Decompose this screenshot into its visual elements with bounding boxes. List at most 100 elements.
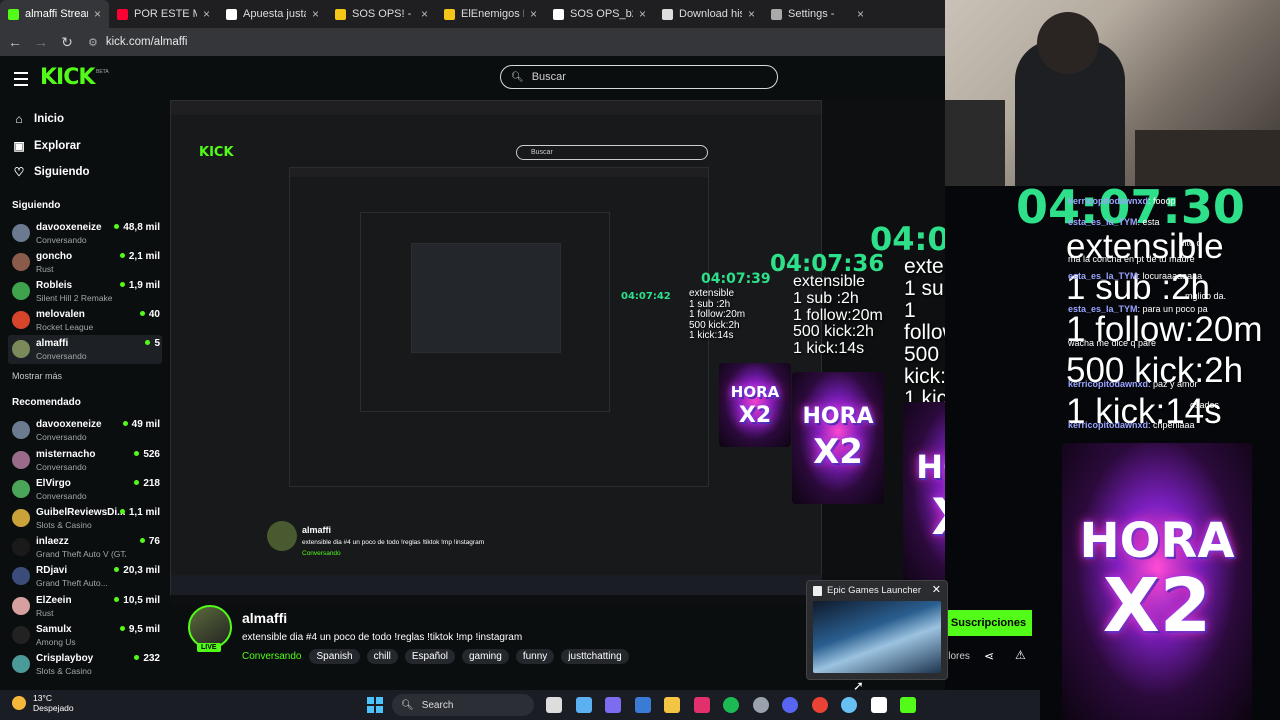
- close-tab-icon[interactable]: ×: [203, 7, 210, 21]
- browser-tab[interactable]: Apuesta justa o desb ×: [218, 0, 327, 28]
- spotify-icon[interactable]: [723, 697, 739, 713]
- browser-tab[interactable]: SOS OPS! - b2223309 ×: [327, 0, 436, 28]
- epic-games-preview[interactable]: Epic Games Launcher ✕: [806, 580, 948, 680]
- close-tab-icon[interactable]: ×: [530, 7, 537, 21]
- close-tab-icon[interactable]: ×: [421, 7, 428, 21]
- copilot-icon[interactable]: [575, 697, 592, 713]
- sidebar-channel[interactable]: melovalen Rocket League 40: [8, 306, 162, 335]
- browser-tab[interactable]: Settings - ×: [763, 0, 872, 28]
- avatar: [12, 421, 30, 440]
- windows-start-icon[interactable]: [367, 697, 383, 713]
- browser-tab[interactable]: Download history ×: [654, 0, 763, 28]
- instagram-icon[interactable]: [693, 697, 710, 713]
- promo-text-bottom: X2: [738, 403, 772, 428]
- sidebar-channel[interactable]: Crisplayboy Slots & Casino 232: [8, 650, 162, 679]
- sidebar-channel[interactable]: misternacho Conversando 526: [8, 446, 162, 475]
- nav-explorar[interactable]: ▣ Explorar: [0, 133, 170, 160]
- taskbar-search[interactable]: 🔍︎ Search: [392, 694, 534, 716]
- nested-tab-strip: [171, 101, 821, 115]
- forward-arrow-icon[interactable]: →: [30, 34, 52, 50]
- nested-timer: 04:07:39: [701, 271, 771, 287]
- steam-icon[interactable]: [752, 697, 769, 713]
- chrome-icon[interactable]: [811, 697, 828, 713]
- subscribe-button[interactable]: Suscripciones: [945, 610, 1032, 636]
- browser-tab[interactable]: ElEnemigos Paste ×: [436, 0, 545, 28]
- folder-icon[interactable]: [664, 697, 680, 713]
- browser-tab[interactable]: SOS OPS_b22233098 ×: [545, 0, 654, 28]
- site-info-icon[interactable]: ⚙: [88, 36, 98, 49]
- reload-icon[interactable]: ↻: [56, 34, 78, 51]
- close-tab-icon[interactable]: ×: [312, 7, 319, 21]
- discord-icon[interactable]: [782, 697, 798, 713]
- share-icon[interactable]: ⋖: [984, 649, 994, 663]
- nav-inicio[interactable]: ⌂ Inicio: [0, 106, 170, 133]
- sidebar-channel[interactable]: Samulx Among Us 9,5 mil: [8, 621, 162, 650]
- overlay-line: extensible: [689, 288, 735, 299]
- sidebar-channel[interactable]: almaffi Conversando 5: [8, 335, 162, 365]
- sidebar-channel[interactable]: Robleis Silent Hill 2 Remake 1,9 mil: [8, 277, 162, 306]
- beta-badge: BETA: [96, 69, 109, 75]
- collabs-text: llores: [946, 651, 970, 662]
- weather-widget[interactable]: 13°C Despejado: [12, 693, 74, 713]
- tag-chip[interactable]: Español: [404, 649, 455, 664]
- close-icon[interactable]: ✕: [932, 583, 941, 596]
- tag-chip[interactable]: chill: [366, 649, 398, 664]
- tag-chip[interactable]: funny: [515, 649, 555, 664]
- chat-text: : esta: [1137, 217, 1160, 227]
- webcam-feed: [945, 0, 1280, 186]
- video-player[interactable]: KICK Buscar almaffi extensible dia #4 un…: [170, 100, 822, 595]
- tag-chip[interactable]: Spanish: [309, 649, 360, 664]
- close-tab-icon[interactable]: ×: [748, 7, 755, 21]
- viewer-count: 1,1 mil: [120, 507, 160, 518]
- sidebar-channel[interactable]: davooxeneize Conversando 49 mil: [8, 416, 162, 445]
- category-link[interactable]: Conversando: [242, 651, 301, 662]
- channel-name: GuibelReviewsDi...: [36, 507, 126, 518]
- sidebar-channel[interactable]: ElZeein Rust 10,5 mil: [8, 592, 162, 621]
- stream-tags: Conversando Spanish chill Español gaming…: [242, 649, 636, 664]
- back-arrow-icon[interactable]: ←: [4, 34, 26, 50]
- show-more-link[interactable]: Mostrar más: [0, 371, 170, 381]
- sidebar-channel[interactable]: inlaezz Grand Theft Auto V (GTA) 76: [8, 533, 162, 562]
- store-icon[interactable]: [634, 697, 651, 713]
- teams-icon[interactable]: [605, 697, 621, 713]
- avatar: [12, 479, 30, 498]
- kick-icon[interactable]: [900, 697, 916, 713]
- browser-tab[interactable]: POR ESTE MOTIVO LO ×: [109, 0, 218, 28]
- avatar: [12, 281, 30, 300]
- tag-chip[interactable]: justtchatting: [561, 649, 629, 664]
- streamer-name[interactable]: almaffi: [242, 610, 287, 626]
- close-tab-icon[interactable]: ×: [639, 7, 646, 21]
- promo-text-top: HORA: [1079, 513, 1235, 569]
- close-tab-icon[interactable]: ×: [857, 7, 864, 21]
- sidebar-channel[interactable]: GuibelReviewsDi... Slots & Casino 1,1 mil: [8, 504, 162, 533]
- epic-games-icon[interactable]: [870, 697, 887, 713]
- sidebar-channel[interactable]: davooxeneize Conversando 48,8 mil: [8, 219, 162, 248]
- report-icon[interactable]: ⚠: [1015, 648, 1026, 662]
- viewer-count: 40: [140, 309, 160, 320]
- nav-siguiendo[interactable]: ♡ Siguiendo: [0, 159, 170, 186]
- viewer-count: 76: [140, 536, 160, 547]
- kick-logo[interactable]: KICK: [40, 65, 95, 90]
- tab-favicon-icon: [771, 8, 782, 20]
- menu-hamburger-icon[interactable]: [14, 72, 28, 86]
- steam-launcher-icon[interactable]: [841, 697, 857, 713]
- close-tab-icon[interactable]: ×: [94, 7, 101, 21]
- overlay-line: 1 kick:14s: [793, 340, 865, 358]
- sidebar-channel[interactable]: ElVirgo Conversando 218: [8, 475, 162, 504]
- file-explorer-icon[interactable]: [546, 697, 562, 713]
- search-input[interactable]: 🔍︎ Buscar: [500, 65, 778, 89]
- nested-search: Buscar: [516, 145, 708, 160]
- sidebar-channel[interactable]: RDjavi Grand Theft Auto... 20,3 mil: [8, 562, 162, 591]
- channel-name: Crisplayboy: [36, 652, 94, 664]
- viewer-count: 10,5 mil: [114, 595, 160, 606]
- sidebar-channel[interactable]: goncho Rust 2,1 mil: [8, 248, 162, 277]
- url-field[interactable]: ⚙ kick.com/almaffi: [88, 36, 187, 49]
- chat-message: esta_es_la_TYM: esta: [1068, 217, 1160, 227]
- chat-text: mglico da.: [1185, 291, 1227, 301]
- overlay-line: 1 follow:20m: [793, 306, 883, 324]
- tag-chip[interactable]: gaming: [462, 649, 509, 664]
- channel-category: Conversando: [36, 490, 87, 501]
- browser-tab[interactable]: almaffi Stream - Wat ×: [0, 0, 109, 28]
- tab-title: Download history: [679, 8, 742, 20]
- temperature: 13°C: [33, 693, 52, 703]
